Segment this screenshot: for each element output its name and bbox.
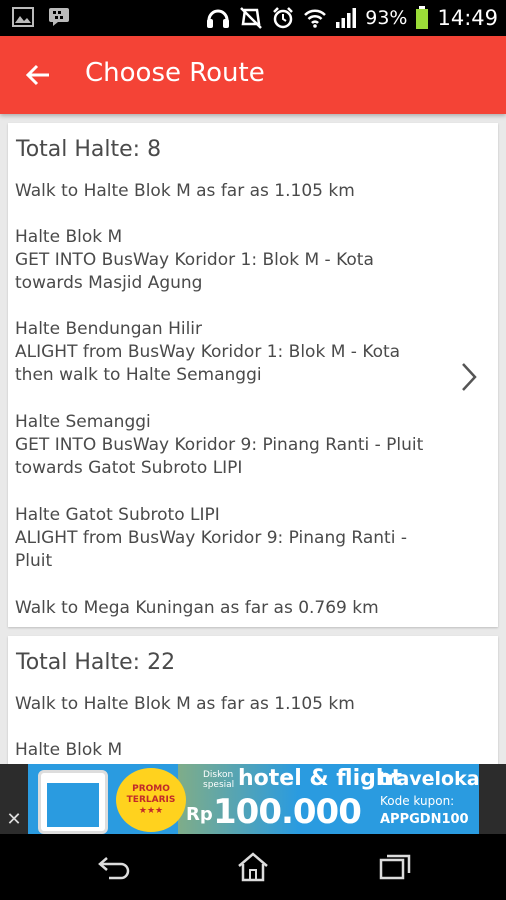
ad-banner: ✕ PROMO TERLARIS ★★★ Diskon spesial hote… — [0, 764, 506, 834]
navigation-bar — [0, 834, 506, 900]
route-card[interactable]: Total Halte: 8 Walk to Halte Blok M as f… — [8, 123, 498, 627]
route-step: Walk to Halte Blok M as far as 1.105 km — [15, 181, 355, 201]
route-step: Halte Blok M GET INTO BusWay Koridor 1: … — [15, 227, 374, 293]
phone-graphic — [38, 770, 108, 834]
recent-apps-icon — [379, 854, 411, 880]
headset-icon — [205, 6, 231, 30]
route-step: Halte Bendungan Hilir ALIGHT from BusWay… — [15, 319, 401, 385]
ad-currency: Rp — [186, 804, 213, 825]
route-step: Halte Gatot Subroto LIPI ALIGHT from Bus… — [15, 505, 407, 571]
back-nav-icon — [98, 857, 130, 880]
app-bar: Choose Route — [0, 36, 506, 114]
clock: 14:49 — [437, 6, 498, 30]
ad-special-label: Diskon spesial — [203, 770, 235, 790]
signal-icon — [335, 7, 357, 29]
promo-badge: PROMO TERLARIS ★★★ — [116, 768, 186, 832]
mute-icon — [239, 6, 263, 30]
route-card[interactable]: Total Halte: 22 Walk to Halte Blok M as … — [8, 636, 498, 764]
route-step: Walk to Halte Blok M as far as 1.105 km — [15, 694, 355, 714]
home-icon — [238, 852, 268, 882]
route-total-halte: Total Halte: 8 — [16, 137, 162, 162]
image-notification-icon — [12, 7, 34, 27]
chevron-right-icon[interactable] — [458, 361, 480, 393]
route-step: Halte Blok M — [15, 740, 123, 760]
home-button[interactable] — [228, 848, 278, 886]
back-nav-button[interactable] — [90, 848, 140, 886]
alarm-icon — [271, 6, 295, 30]
wifi-icon — [303, 7, 327, 29]
route-list[interactable]: Total Halte: 8 Walk to Halte Blok M as f… — [0, 114, 506, 764]
ad-coupon-code: APPGDN100 — [380, 812, 469, 827]
recent-apps-button[interactable] — [370, 848, 420, 886]
page-title: Choose Route — [85, 58, 265, 88]
ad-coupon-label: Kode kupon: — [380, 794, 455, 808]
route-step: Halte Semanggi GET INTO BusWay Koridor 9… — [15, 412, 424, 478]
route-total-halte: Total Halte: 22 — [16, 650, 176, 675]
ad-price: 100.000 — [213, 792, 362, 832]
battery-icon — [415, 6, 429, 30]
back-arrow-icon — [25, 64, 49, 86]
bbm-notification-icon — [48, 7, 70, 27]
status-bar: 93% 14:49 — [0, 0, 506, 36]
back-button[interactable] — [18, 57, 58, 93]
ad-brand: traveloka — [378, 768, 479, 790]
route-step: Walk to Mega Kuningan as far as 0.769 km — [15, 598, 379, 618]
ad-image[interactable]: PROMO TERLARIS ★★★ Diskon spesial hotel … — [28, 764, 479, 834]
battery-percent: 93% — [365, 7, 408, 29]
ad-close-button[interactable]: ✕ — [0, 806, 28, 832]
